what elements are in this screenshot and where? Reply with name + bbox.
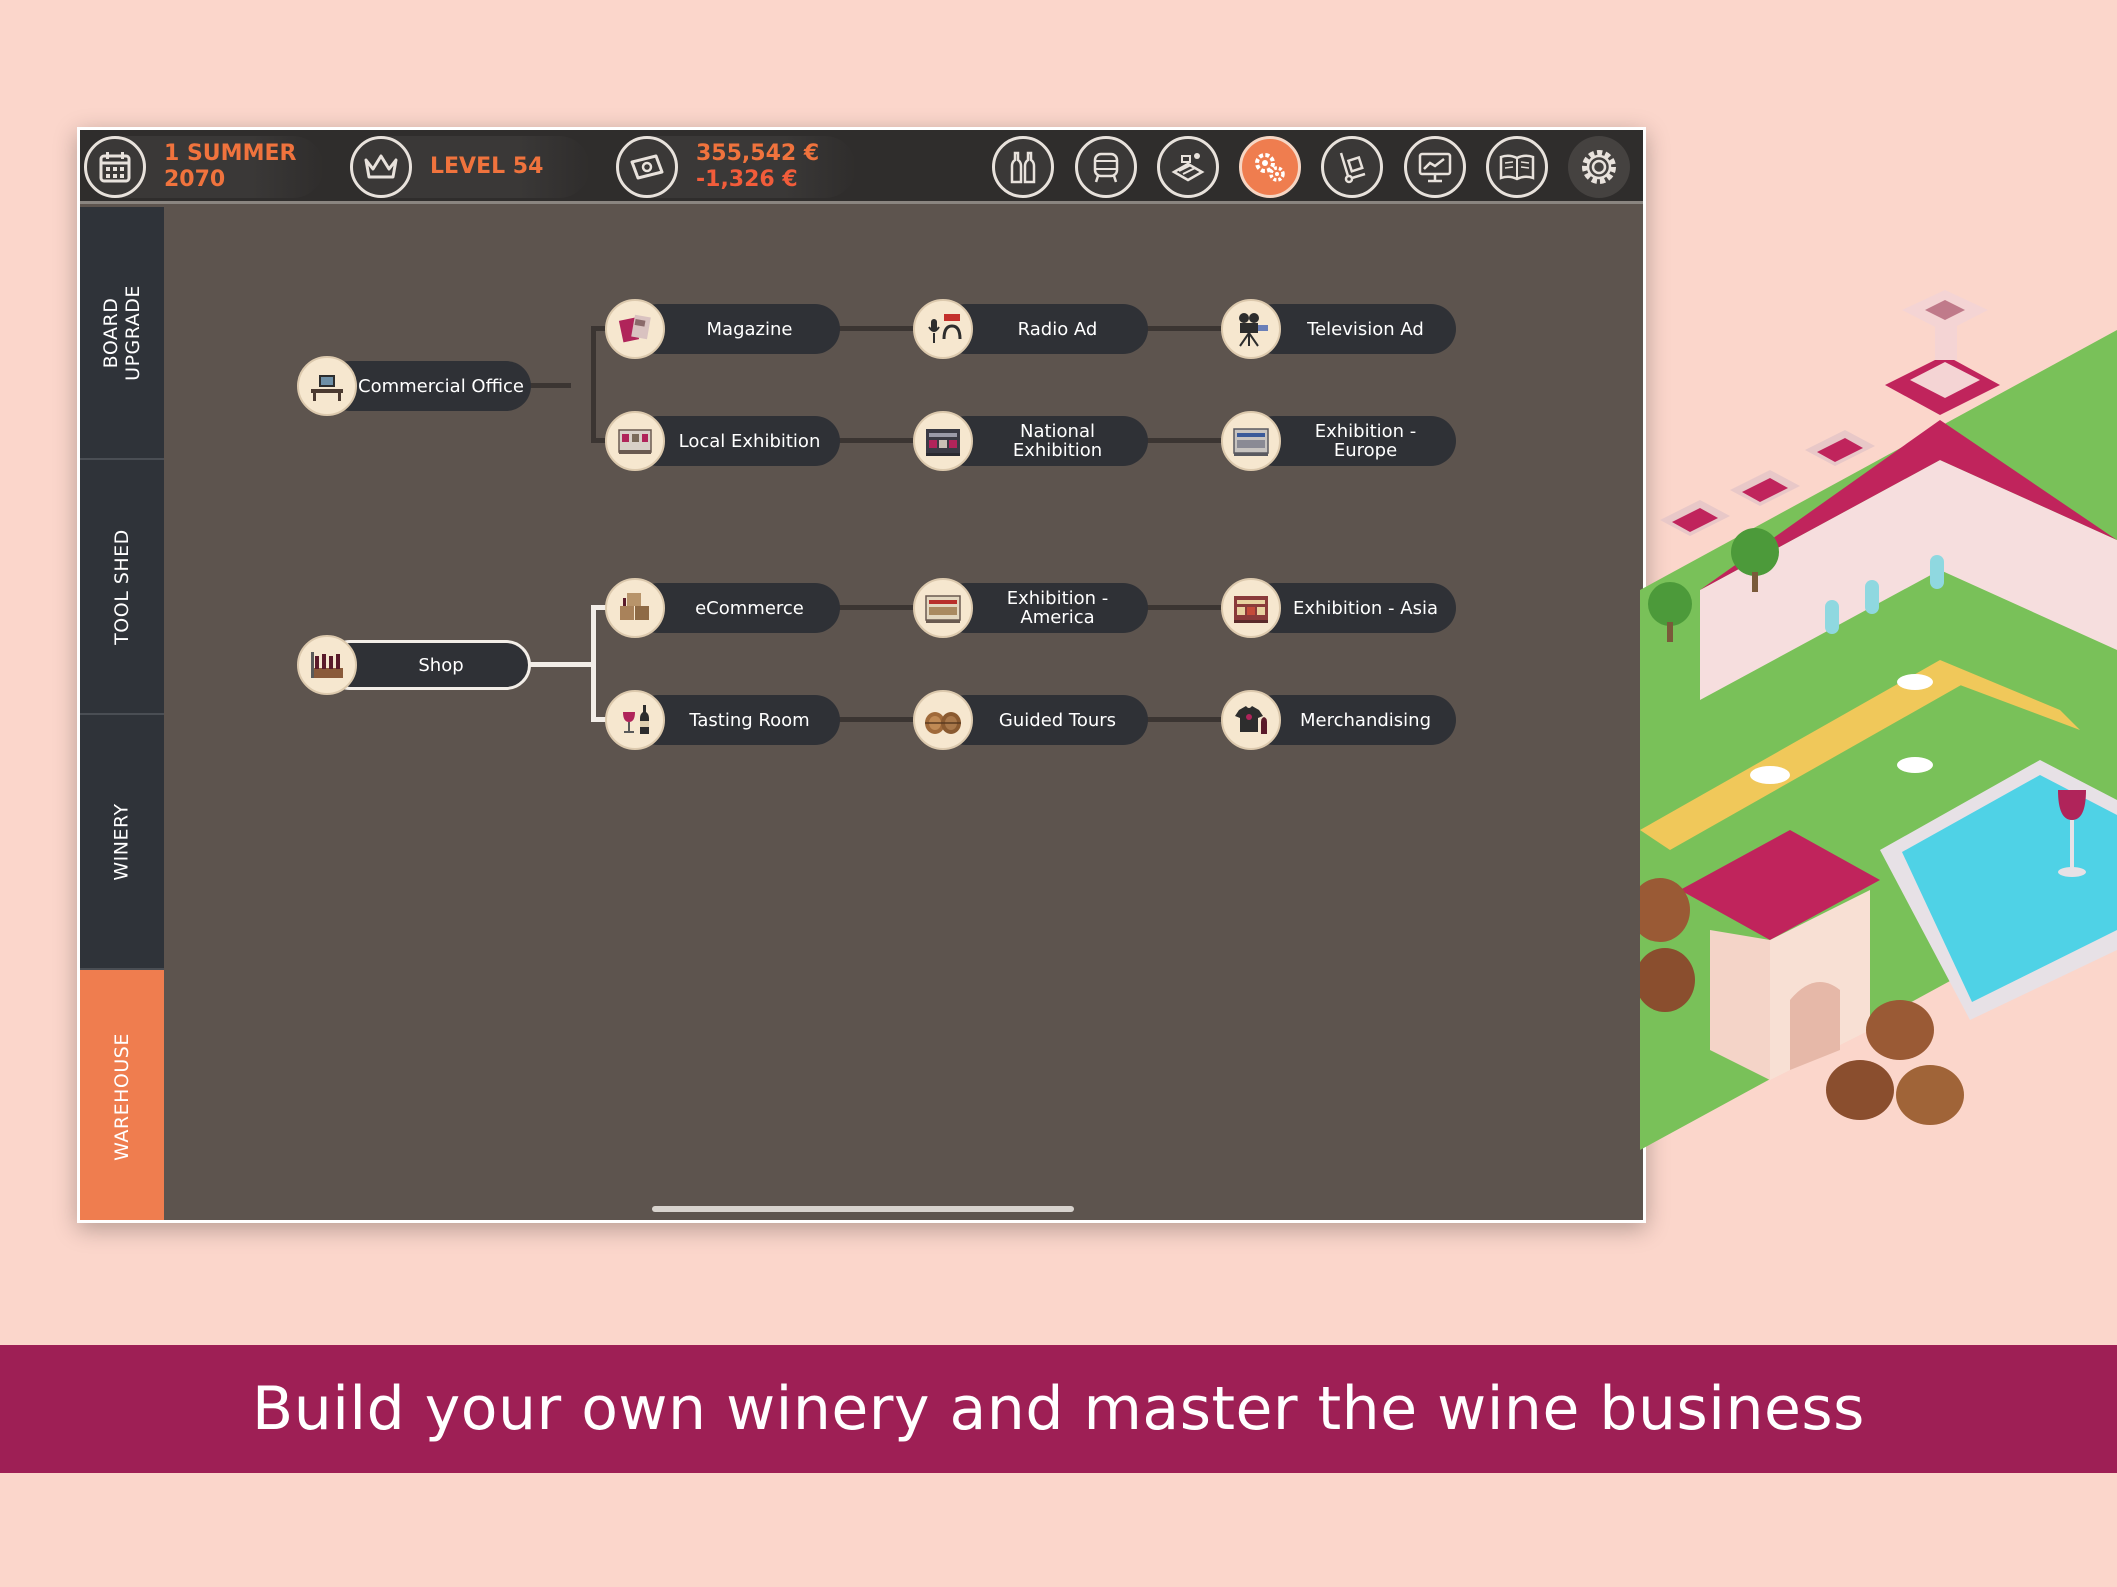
tree-connector <box>830 326 922 331</box>
node-label: National Exhibition <box>1012 421 1103 461</box>
money-icon <box>616 136 678 198</box>
tree-connector <box>1138 717 1230 722</box>
tab-label: WINERY <box>110 802 133 881</box>
statistics-button[interactable] <box>1404 136 1466 198</box>
upgrade-node-magazine[interactable]: Magazine <box>605 299 840 359</box>
node-label: Exhibition - Asia <box>1292 597 1438 619</box>
exhibition-booth-icon <box>913 578 973 638</box>
tree-connector <box>591 606 596 719</box>
upgrade-node-local-exhibition[interactable]: Local Exhibition <box>605 411 840 471</box>
vineyard-icon <box>1171 153 1205 182</box>
hand-truck-icon <box>1339 152 1366 184</box>
tab-winery[interactable]: WINERY <box>80 715 164 970</box>
tab-label: TOOL SHED <box>111 528 133 645</box>
microphone-icon <box>913 299 973 359</box>
node-label: Exhibition - Europe <box>1314 421 1417 461</box>
barrels-icon <box>913 690 973 750</box>
top-bar: 1 SUMMER 2070 LEVEL 54 355,542 € -1,326 … <box>80 130 1643 204</box>
side-tabs: BOARD UPGRADE TOOL SHED WINERY WAREHOUSE <box>80 207 164 1220</box>
season-text: 1 SUMMER <box>164 141 297 166</box>
crown-icon <box>350 136 412 198</box>
exhibition-booth-icon <box>605 411 665 471</box>
settings-button[interactable] <box>1568 136 1630 198</box>
t-shirt-icon <box>1221 690 1281 750</box>
tab-label: UPGRADE <box>122 284 144 381</box>
shipping-boxes-icon <box>605 578 665 638</box>
node-label: eCommerce <box>695 597 804 619</box>
book-icon <box>1499 154 1535 181</box>
tab-label: BOARD <box>100 297 122 368</box>
upgrade-node-television-ad[interactable]: Television Ad <box>1221 299 1456 359</box>
upgrade-node-ecommerce[interactable]: eCommerce <box>605 578 840 638</box>
money-display[interactable]: 355,542 € -1,326 € <box>616 136 856 198</box>
gears-icon <box>1255 153 1285 182</box>
wine-glass-bottle-icon <box>605 690 665 750</box>
tab-warehouse[interactable]: WAREHOUSE <box>80 970 164 1220</box>
tree-connector <box>529 383 571 388</box>
upgrade-node-tasting-room[interactable]: Tasting Room <box>605 690 840 750</box>
banner-tagline: Build your own winery and master the win… <box>252 1374 1865 1444</box>
tablet-frame: 1 SUMMER 2070 LEVEL 54 355,542 € -1,326 … <box>77 127 1646 1223</box>
film-camera-icon <box>1221 299 1281 359</box>
tab-label: WAREHOUSE <box>111 1032 134 1161</box>
vineyard-button[interactable] <box>1157 136 1219 198</box>
upgrade-node-exhibition-asia[interactable]: Exhibition - Asia <box>1221 578 1456 638</box>
node-label: Local Exhibition <box>678 430 821 452</box>
winery-isometric-illustration <box>1630 290 2117 1190</box>
level-text: LEVEL 54 <box>430 154 544 179</box>
upgrade-node-commercial-office[interactable]: Commercial Office <box>297 356 531 416</box>
node-label: Television Ad <box>1307 318 1424 340</box>
node-label: Tasting Room <box>689 709 810 731</box>
money-change-text: -1,326 € <box>696 167 798 192</box>
settings-gear-icon <box>1582 150 1616 184</box>
tree-connector <box>1138 326 1230 331</box>
upgrade-node-guided-tours[interactable]: Guided Tours <box>913 690 1148 750</box>
wine-barrel-icon <box>1093 152 1119 183</box>
upgrade-node-merchandising[interactable]: Merchandising <box>1221 690 1456 750</box>
year-text: 2070 <box>164 167 226 192</box>
exhibition-booth-icon <box>913 411 973 471</box>
node-label: Exhibition - America <box>1006 588 1109 628</box>
upgrade-node-exhibition-america[interactable]: Exhibition - America <box>913 578 1148 638</box>
tree-connector <box>1138 438 1230 443</box>
money-text: 355,542 € <box>696 141 820 166</box>
tree-connector <box>1138 605 1230 610</box>
date-display[interactable]: 1 SUMMER 2070 <box>84 136 324 198</box>
tree-connector <box>830 717 922 722</box>
wine-barrel-button[interactable] <box>1075 136 1137 198</box>
horizontal-scrollbar[interactable] <box>652 1206 1074 1212</box>
node-label: Magazine <box>706 318 793 340</box>
upgrade-node-radio-ad[interactable]: Radio Ad <box>913 299 1148 359</box>
office-desk-icon <box>297 356 357 416</box>
wine-bottles-icon <box>1010 151 1036 184</box>
tree-connector <box>591 328 596 441</box>
encyclopedia-button[interactable] <box>1486 136 1548 198</box>
promo-banner: Build your own winery and master the win… <box>0 1345 2117 1473</box>
tab-tool-shed[interactable]: TOOL SHED <box>80 460 164 715</box>
node-label: Commercial Office <box>358 375 524 397</box>
upgrade-node-shop[interactable]: Shop <box>297 635 531 695</box>
monitor-chart-icon <box>1418 152 1452 183</box>
node-label: Guided Tours <box>998 709 1117 731</box>
exhibition-booth-icon <box>1221 578 1281 638</box>
upgrade-node-exhibition-europe[interactable]: Exhibition - Europe <box>1221 411 1456 471</box>
node-label: Shop <box>418 654 464 676</box>
magazine-icon <box>605 299 665 359</box>
level-display[interactable]: LEVEL 54 <box>350 136 590 198</box>
game-screen: 1 SUMMER 2070 LEVEL 54 355,542 € -1,326 … <box>80 130 1643 1220</box>
tree-connector <box>830 605 922 610</box>
exhibition-booth-icon <box>1221 411 1281 471</box>
wine-bottles-button[interactable] <box>992 136 1054 198</box>
wine-shop-icon <box>297 635 357 695</box>
hand-truck-button[interactable] <box>1321 136 1383 198</box>
calendar-icon <box>84 136 146 198</box>
research-gears-button[interactable] <box>1239 136 1301 198</box>
tab-board-upgrade[interactable]: BOARD UPGRADE <box>80 207 164 460</box>
node-label: Radio Ad <box>1017 318 1098 340</box>
tree-connector <box>529 662 595 667</box>
upgrade-node-national-exhibition[interactable]: National Exhibition <box>913 411 1148 471</box>
node-label: Merchandising <box>1300 709 1431 731</box>
tree-connector <box>830 438 922 443</box>
